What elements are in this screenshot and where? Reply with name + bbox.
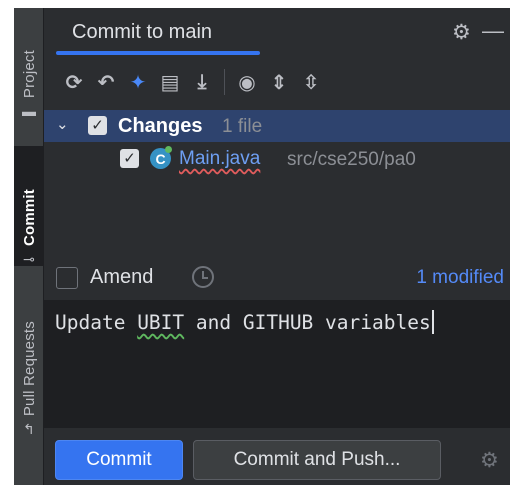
changes-count: 1 file (222, 116, 263, 137)
file-name[interactable]: Main.java (179, 148, 260, 170)
history-clock-icon[interactable] (192, 266, 214, 288)
active-tab-underline (56, 51, 260, 55)
changes-group-row[interactable]: ⌄ ✓ Changes 1 file (44, 110, 510, 142)
pull-request-icon: ↰ (23, 421, 35, 437)
modified-dot-icon (165, 146, 172, 153)
file-path: src/cse250/pa0 (287, 149, 416, 170)
toolbar-separator (224, 69, 225, 95)
message-part-after: and GITHUB variables (184, 311, 431, 334)
commit-and-push-button[interactable]: Commit and Push... (193, 440, 441, 480)
stripe-tab-project-label: Project (20, 49, 38, 98)
message-part-typo: UBIT (137, 311, 185, 334)
stripe-tab-pull-requests[interactable]: Pull Requests ↰ (14, 286, 44, 436)
minimize-icon[interactable]: — (482, 18, 504, 44)
refresh-icon[interactable]: ⟳ (58, 67, 90, 97)
commit-toolbar: ⟳ ↶ ✦ ▤ ⤓ ◉ ⇕ ⇳ (44, 64, 510, 100)
folder-icon: ▬ (22, 103, 36, 119)
commit-options-gear-icon[interactable]: ⚙ (480, 448, 499, 473)
collapse-all-icon[interactable]: ⇳ (295, 67, 327, 97)
tool-window-header: Commit to main ⚙ — (44, 8, 510, 58)
modified-count-link[interactable]: 1 modified (416, 267, 504, 289)
amend-checkbox[interactable] (56, 267, 78, 289)
commit-message-text[interactable]: Update UBIT and GITHUB variables (55, 310, 434, 334)
amend-row: Amend 1 modified (44, 264, 510, 294)
stripe-tab-commit[interactable]: Commit ⊸ (14, 146, 44, 266)
chevron-down-icon[interactable]: ⌄ (56, 115, 69, 133)
file-row[interactable]: ✓ C Main.java src/cse250/pa0 (44, 144, 510, 174)
commit-button[interactable]: Commit (55, 440, 183, 480)
merge-icon[interactable]: ✦ (122, 67, 154, 97)
rollback-icon[interactable]: ↶ (90, 67, 122, 97)
message-part-before: Update (55, 311, 138, 334)
tool-window-title[interactable]: Commit to main (72, 21, 212, 44)
settings-gear-icon[interactable]: ⚙ (452, 20, 471, 45)
diff-icon[interactable]: ▤ (154, 67, 186, 97)
commit-icon: ⊸ (23, 251, 35, 267)
tool-stripe: Project ▬ Commit ⊸ Pull Requests ↰ (14, 8, 44, 485)
update-icon[interactable]: ⤓ (186, 67, 218, 97)
commit-tool-window: Project ▬ Commit ⊸ Pull Requests ↰ Commi… (14, 8, 510, 485)
stripe-tab-project[interactable]: Project ▬ (14, 14, 44, 118)
amend-label[interactable]: Amend (90, 266, 153, 289)
stripe-tab-commit-label: Commit (20, 188, 38, 246)
file-checkbox[interactable]: ✓ (120, 149, 139, 168)
expand-all-icon[interactable]: ⇕ (263, 67, 295, 97)
text-caret (431, 310, 434, 334)
view-options-icon[interactable]: ◉ (231, 67, 263, 97)
changes-checkbox[interactable]: ✓ (88, 116, 107, 135)
stripe-tab-pull-requests-label: Pull Requests (20, 320, 38, 416)
changes-label: Changes (118, 115, 203, 137)
commit-message-editor[interactable]: Update UBIT and GITHUB variables (44, 300, 510, 428)
